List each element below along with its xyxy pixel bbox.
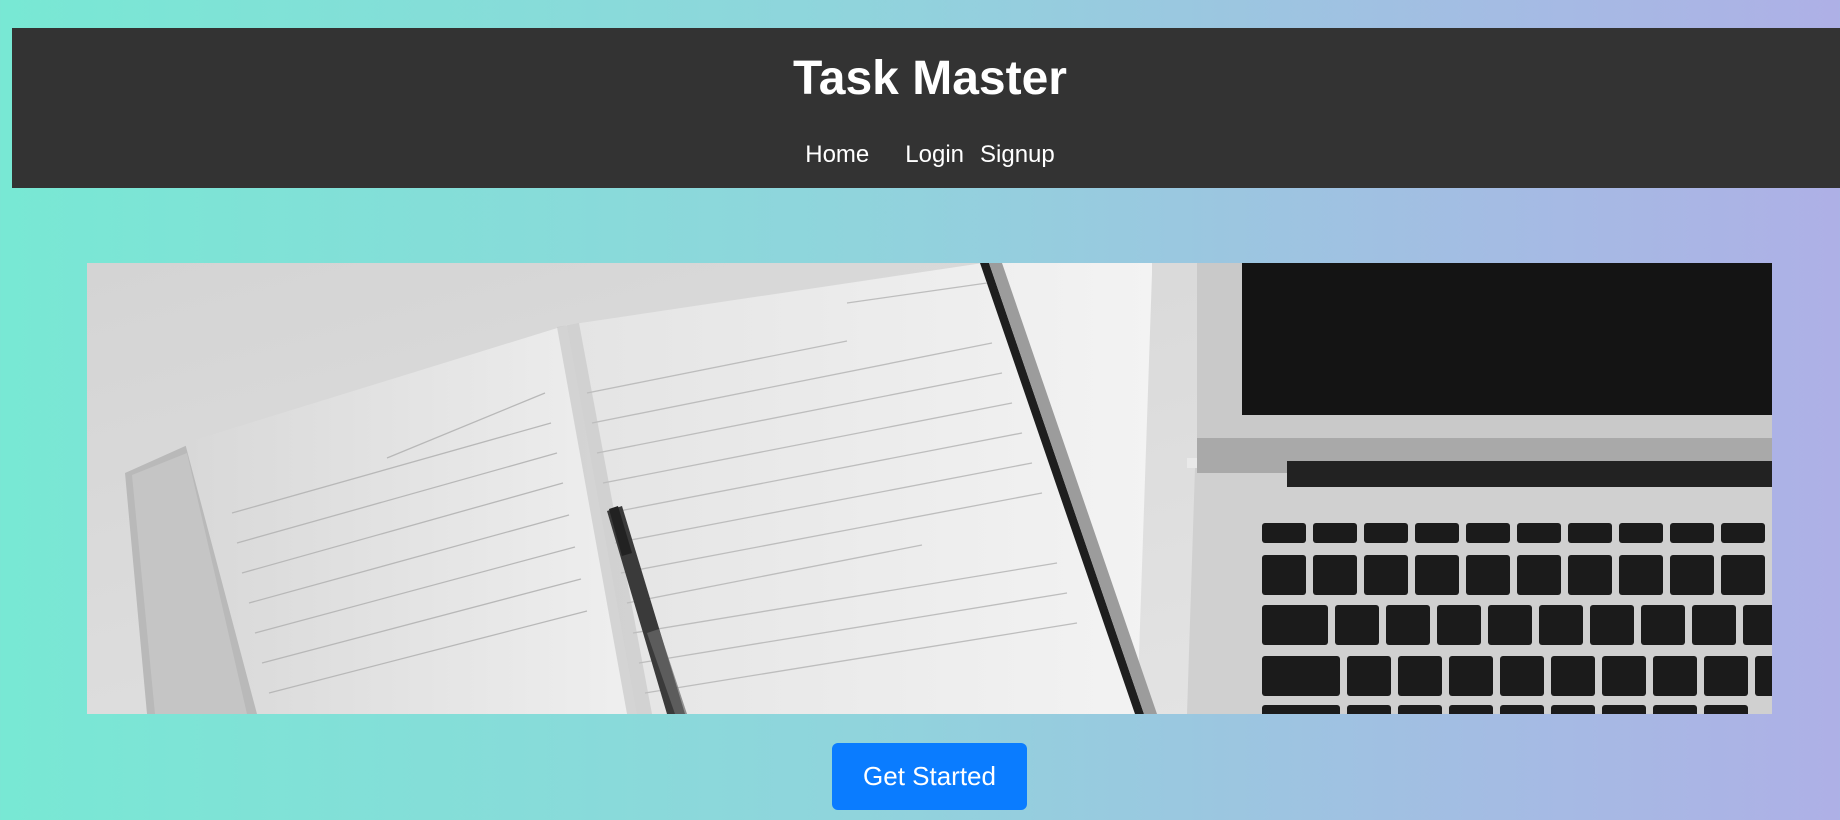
main-nav: Home Login Signup bbox=[12, 139, 1840, 171]
planner-laptop-illustration bbox=[87, 263, 1772, 714]
site-header: Task Master Home Login Signup bbox=[12, 28, 1840, 188]
hero-image bbox=[87, 263, 1772, 714]
get-started-button[interactable]: Get Started bbox=[832, 743, 1027, 810]
nav-login-link[interactable]: Login bbox=[905, 139, 964, 171]
nav-home-link[interactable]: Home bbox=[805, 139, 869, 171]
nav-signup-link[interactable]: Signup bbox=[980, 139, 1055, 171]
site-title: Task Master bbox=[793, 52, 1067, 105]
